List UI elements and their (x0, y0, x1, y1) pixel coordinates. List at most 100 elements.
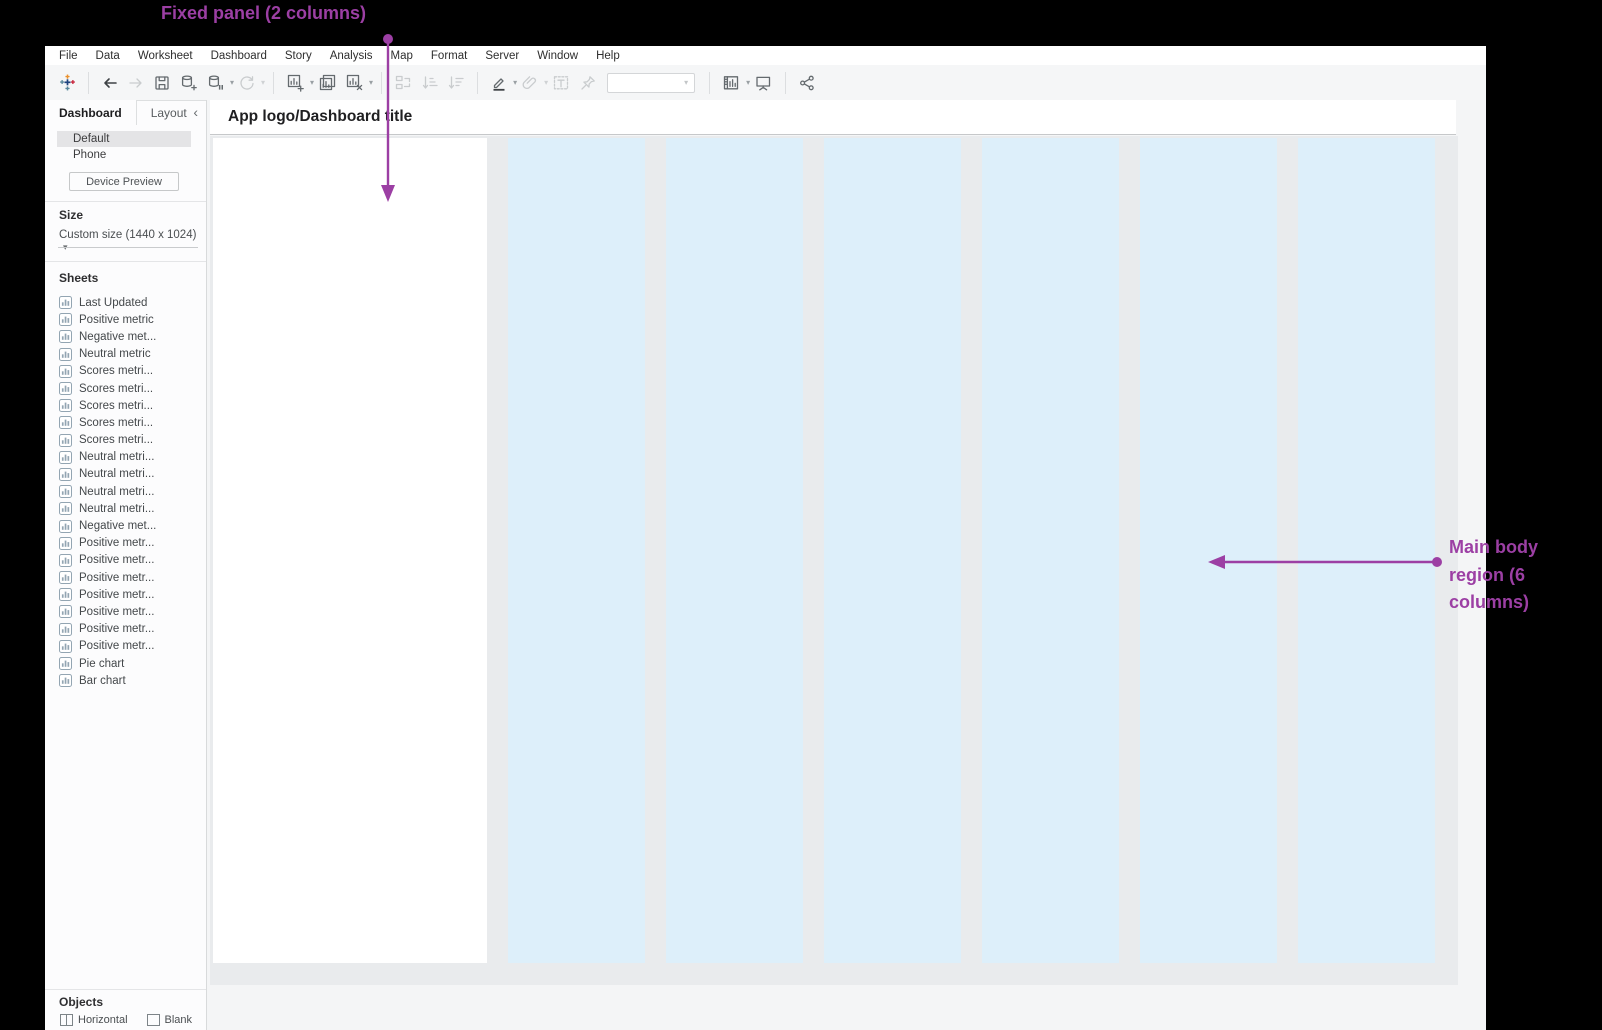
worksheet-icon (59, 382, 72, 395)
show-hide-cards-icon[interactable] (718, 69, 745, 97)
body-column[interactable] (508, 138, 645, 963)
clear-sheet-icon[interactable] (341, 69, 368, 97)
worksheet-icon (59, 468, 72, 481)
pane-tab[interactable]: Dashboard (45, 100, 136, 125)
worksheet-icon (59, 399, 72, 412)
collapse-pane-icon[interactable]: ‹ (193, 105, 198, 119)
body-column[interactable] (824, 138, 961, 963)
sheet-list-item[interactable]: Negative met... (59, 328, 202, 345)
sheet-list-item[interactable]: Last Updated (59, 294, 202, 311)
back-icon[interactable] (97, 69, 123, 97)
worksheet-icon (59, 520, 72, 533)
menu-item[interactable]: Help (587, 50, 629, 62)
tableau-window: FileDataWorksheetDashboardStoryAnalysisM… (45, 46, 1486, 1030)
fit-selector-caret: ▾ (684, 78, 688, 87)
worksheet-icon (59, 623, 72, 636)
presentation-mode-icon[interactable] (750, 69, 777, 97)
pane-tabs: DashboardLayout (45, 100, 206, 125)
dashboard-title-zone[interactable]: App logo/Dashboard title (210, 100, 1456, 135)
sheet-list-item[interactable]: Positive metric (59, 311, 202, 328)
pin-icon (575, 69, 601, 97)
worksheet-icon (59, 657, 72, 670)
sheet-list-item[interactable]: Positive metr... (59, 552, 202, 569)
toolbar-separator (477, 72, 478, 94)
menu-item[interactable]: Analysis (321, 50, 382, 62)
sheet-list-item[interactable]: Neutral metri... (59, 466, 202, 483)
refresh-icon (234, 69, 260, 97)
menu-item[interactable]: Data (87, 50, 129, 62)
pause-auto-updates-icon[interactable] (202, 69, 229, 97)
dashboard-pane: DashboardLayout ‹ DefaultPhone Device Pr… (45, 100, 207, 1030)
new-worksheet-icon[interactable] (282, 69, 309, 97)
blank-object-icon (147, 1014, 160, 1026)
menu-item[interactable]: Story (276, 50, 321, 62)
worksheet-icon (59, 434, 72, 447)
annotation-fixed-panel: Fixed panel (2 columns) (161, 3, 366, 24)
main-body-region (508, 138, 1435, 963)
worksheet-icon (59, 313, 72, 326)
sheet-list-item[interactable]: Scores metri... (59, 432, 202, 449)
device-preview-button[interactable]: Device Preview (69, 172, 179, 191)
highlight-icon[interactable] (486, 69, 512, 97)
menu-item[interactable]: File (50, 50, 87, 62)
duplicate-sheet-icon[interactable] (314, 69, 341, 97)
worksheet-icon (59, 451, 72, 464)
sheet-list-item[interactable]: Neutral metri... (59, 483, 202, 500)
toolbar-separator (785, 72, 786, 94)
new-data-source-icon[interactable] (175, 69, 202, 97)
menu-item[interactable]: Server (476, 50, 528, 62)
object-blank[interactable]: Blank (147, 1014, 193, 1026)
text-object-icon (548, 69, 575, 97)
sheet-list-item[interactable]: Positive metr... (59, 535, 202, 552)
worksheet-icon (59, 416, 72, 429)
device-row[interactable]: Phone (57, 147, 191, 163)
menu-item[interactable]: Window (528, 50, 587, 62)
forward-icon (123, 69, 149, 97)
sheet-list-item[interactable]: Bar chart (59, 672, 202, 689)
size-dropdown[interactable]: Custom size (1440 x 1024) ▾ (59, 229, 206, 253)
sheet-list-item[interactable]: Neutral metric (59, 346, 202, 363)
sheet-list-item[interactable]: Positive metr... (59, 621, 202, 638)
toolbar-separator (88, 72, 89, 94)
sheet-list-item[interactable]: Positive metr... (59, 638, 202, 655)
worksheet-icon (59, 571, 72, 584)
dashboard-canvas: App logo/Dashboard title (207, 100, 1486, 1030)
sheets-section-header: Sheets (59, 271, 98, 285)
toolbar: ▾ ▾ ▾ ▾ (45, 65, 1486, 100)
sheet-list-item[interactable]: Positive metr... (59, 603, 202, 620)
sheet-list-item[interactable]: Positive metr... (59, 586, 202, 603)
toolbar-separator (709, 72, 710, 94)
sheet-list-item[interactable]: Neutral metri... (59, 449, 202, 466)
fixed-panel-zone[interactable] (213, 138, 487, 963)
worksheet-icon (59, 330, 72, 343)
toolbar-separator (273, 72, 274, 94)
menu-item[interactable]: Worksheet (129, 50, 202, 62)
sheet-list-item[interactable]: Positive metr... (59, 569, 202, 586)
object-horizontal[interactable]: Horizontal (60, 1014, 128, 1026)
body-column[interactable] (982, 138, 1119, 963)
body-column[interactable] (1298, 138, 1435, 963)
clear-sheet-dropdown-caret[interactable]: ▾ (369, 78, 373, 87)
objects-row: Horizontal Blank (60, 1014, 206, 1026)
sheet-list-item[interactable]: Pie chart (59, 655, 202, 672)
sort-descending-icon (443, 69, 469, 97)
worksheet-icon (59, 502, 72, 515)
sheet-list-item[interactable]: Scores metri... (59, 414, 202, 431)
menu-item[interactable]: Format (422, 50, 476, 62)
sheet-list-item[interactable]: Neutral metri... (59, 500, 202, 517)
body-column[interactable] (666, 138, 803, 963)
sheet-list-item[interactable]: Negative met... (59, 517, 202, 534)
device-row[interactable]: Default (57, 131, 191, 147)
sheet-list-item[interactable]: Scores metri... (59, 380, 202, 397)
body-column[interactable] (1140, 138, 1277, 963)
menu-item[interactable]: Map (382, 50, 422, 62)
sheet-list-item[interactable]: Scores metri... (59, 363, 202, 380)
sheet-list-item[interactable]: Scores metri... (59, 397, 202, 414)
fit-selector[interactable]: ▾ (607, 73, 695, 93)
divider (45, 261, 206, 262)
share-icon[interactable] (794, 69, 820, 97)
menu-item[interactable]: Dashboard (202, 50, 276, 62)
dashboard-title: App logo/Dashboard title (228, 108, 412, 126)
tableau-logo-icon[interactable] (55, 69, 80, 97)
save-icon[interactable] (149, 69, 175, 97)
